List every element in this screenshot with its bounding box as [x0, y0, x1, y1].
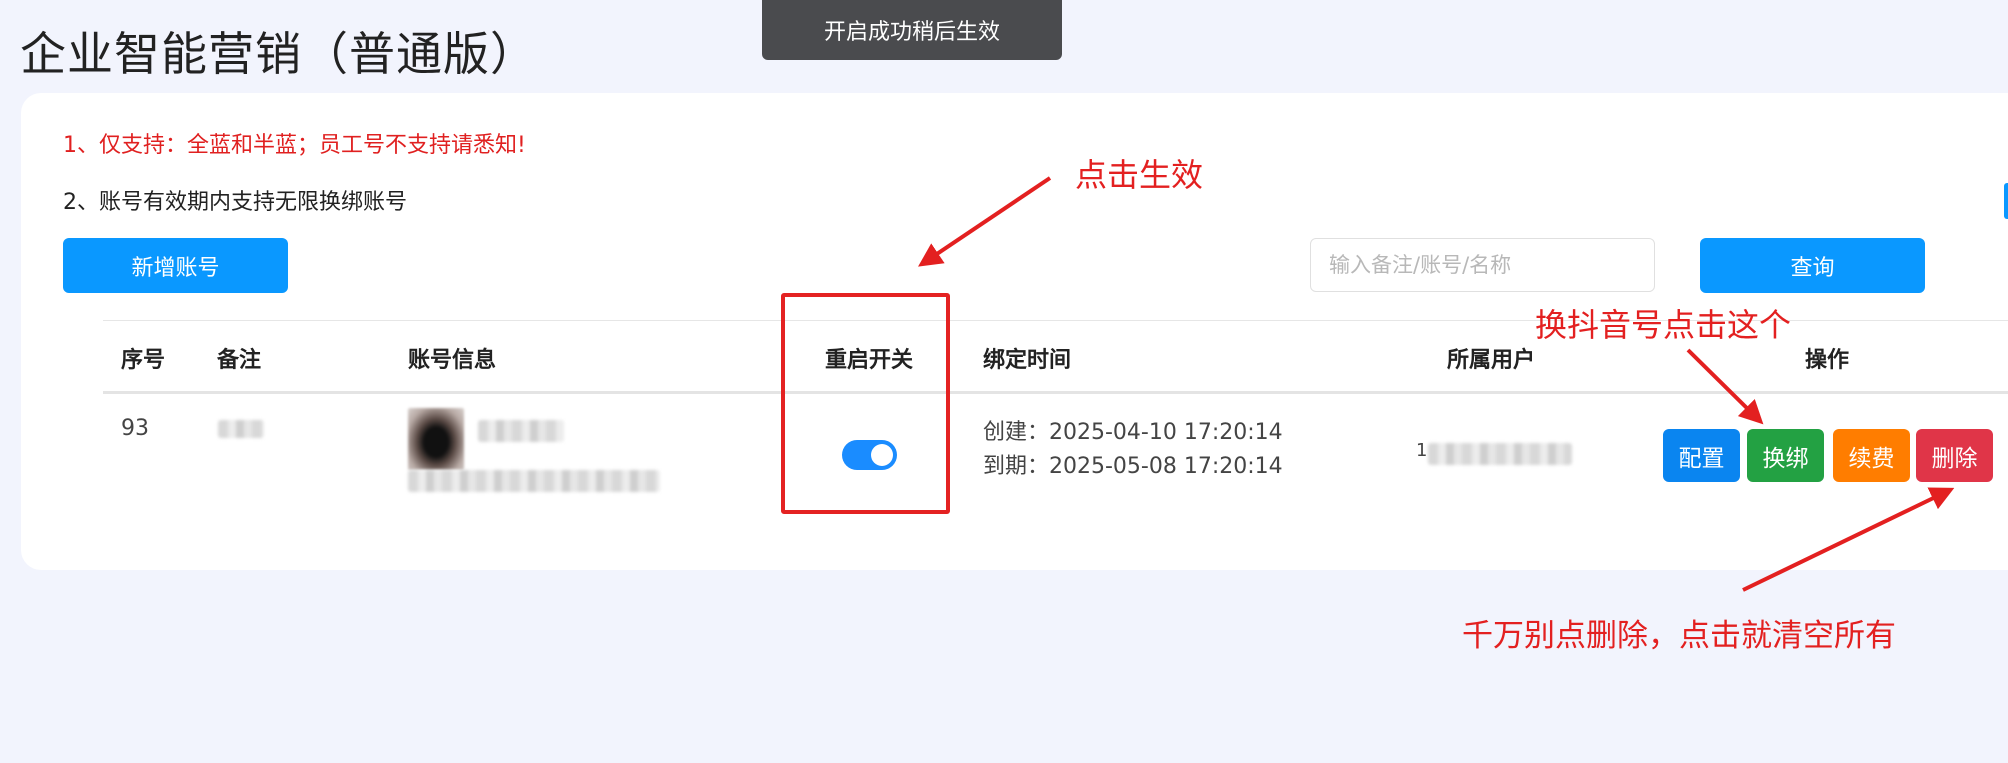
owner-redacted	[1428, 443, 1572, 465]
header-remark: 备注	[217, 348, 262, 373]
query-button[interactable]: 查询	[1700, 238, 1925, 293]
account-avatar	[408, 408, 464, 470]
owner-prefix: 1	[1416, 440, 1428, 461]
header-bind-time: 绑定时间	[983, 348, 1072, 373]
account-id-redacted	[408, 470, 660, 492]
annotation-switch-account: 换抖音号点击这个	[1535, 306, 1792, 344]
row-remark-redacted	[218, 420, 264, 438]
header-owner: 所属用户	[1447, 348, 1536, 373]
renew-button[interactable]: 续费	[1833, 429, 1910, 482]
delete-button[interactable]: 删除	[1916, 429, 1993, 482]
created-time: 创建：2025-04-10 17:20:14	[983, 420, 1283, 445]
expire-time: 到期：2025-05-08 17:20:14	[983, 454, 1283, 479]
rebind-button[interactable]: 换绑	[1747, 429, 1824, 482]
highlight-box-restart-switch	[781, 293, 950, 514]
header-actions: 操作	[1805, 348, 1850, 373]
annotation-click-effect: 点击生效	[1075, 156, 1204, 194]
header-index: 序号	[121, 348, 166, 373]
search-input[interactable]	[1310, 238, 1655, 292]
annotation-delete-warning: 千万别点删除，点击就清空所有	[1462, 618, 1896, 654]
notice-support: 1、仅支持：全蓝和半蓝；员工号不支持请悉知!	[63, 133, 526, 158]
row-index: 93	[121, 416, 149, 441]
header-account-info: 账号信息	[408, 348, 497, 373]
account-name-redacted	[478, 420, 564, 442]
side-tab-edge[interactable]	[2004, 183, 2008, 219]
table-header-divider	[103, 391, 2008, 394]
toast-message: 开启成功稍后生效	[762, 0, 1062, 60]
add-account-button[interactable]: 新增账号	[63, 238, 288, 293]
notice-rebind: 2、账号有效期内支持无限换绑账号	[63, 190, 407, 215]
page-title: 企业智能营销（普通版）	[20, 27, 537, 81]
config-button[interactable]: 配置	[1663, 429, 1740, 482]
